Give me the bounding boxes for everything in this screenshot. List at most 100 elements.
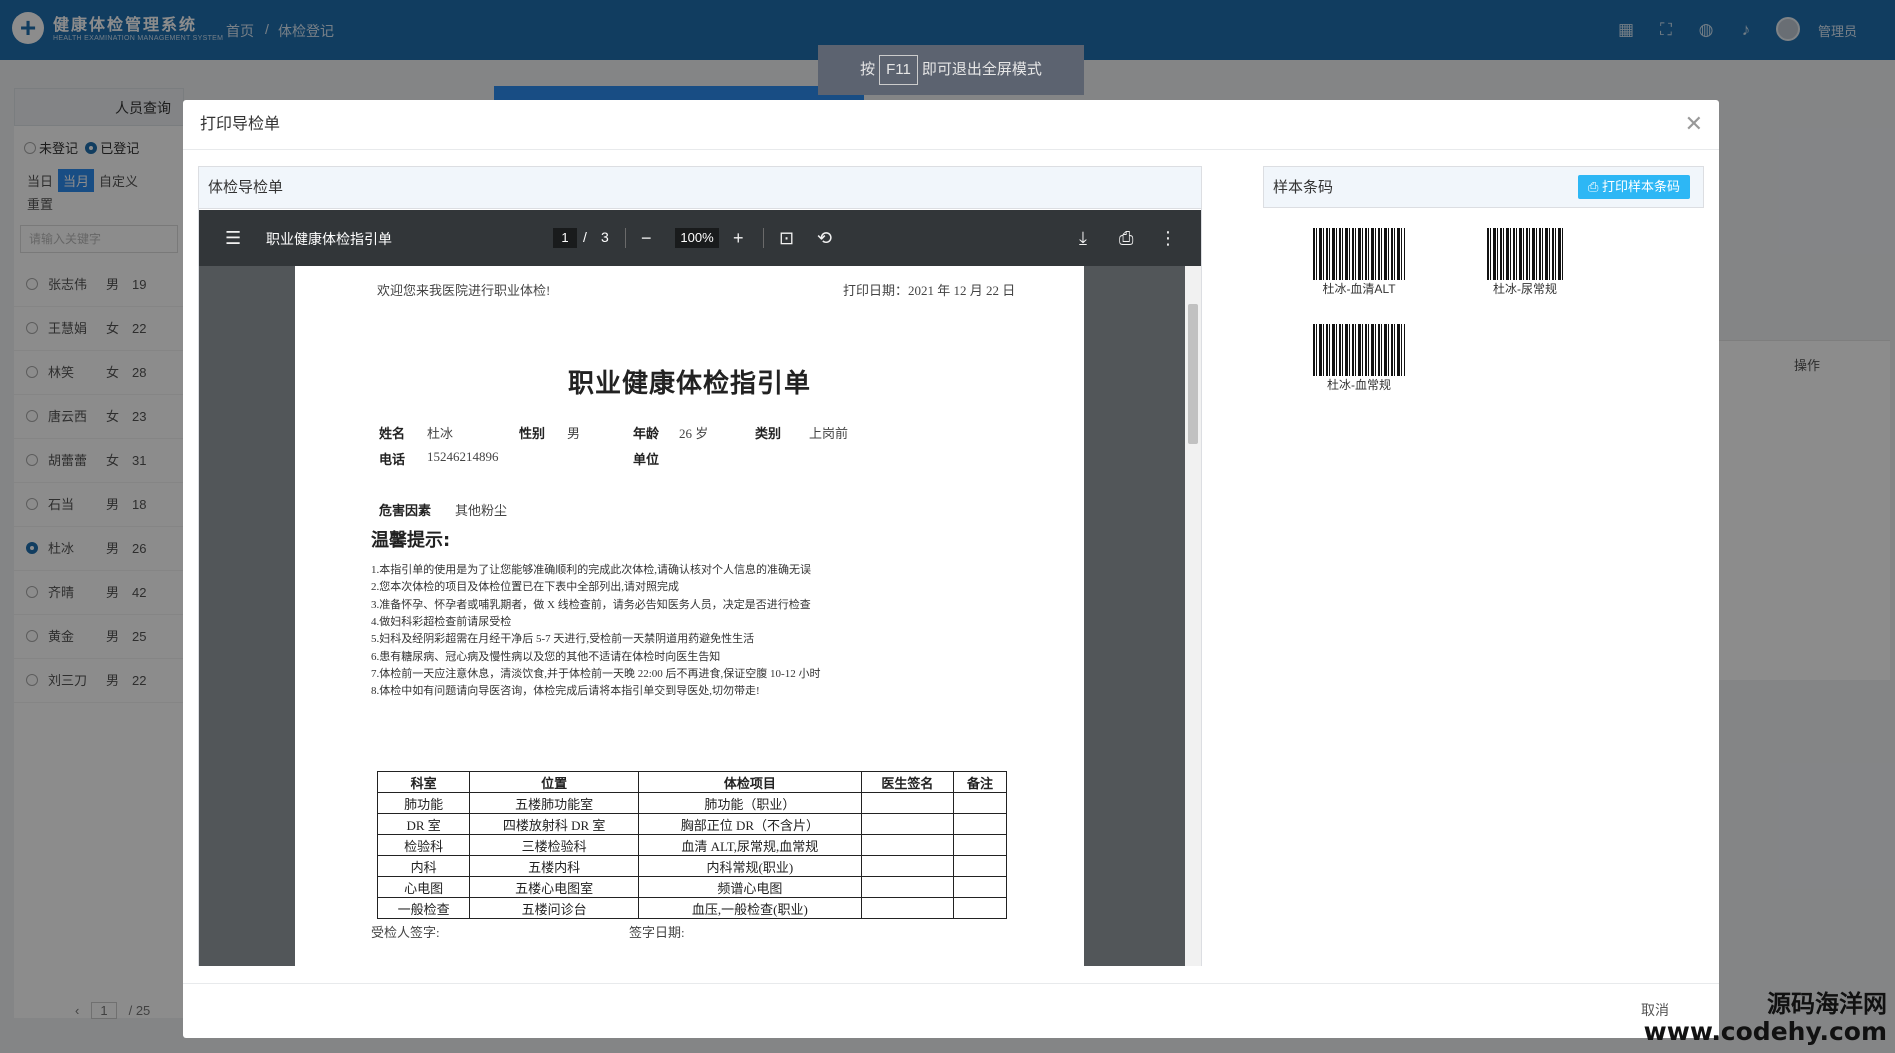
- label-name: 姓名: [379, 426, 406, 441]
- table-cell: 肺功能（职业）: [637, 792, 862, 814]
- table-cell: [953, 813, 1007, 835]
- table-cell: [953, 855, 1007, 877]
- print-barcode-label: 打印样本条码: [1601, 179, 1680, 194]
- page-separator: /: [583, 229, 587, 245]
- tip-line: 4.做妇科彩超检查前请尿受检: [371, 615, 512, 628]
- tip-line: 7.体检前一天应注意休息，清淡饮食,并于体检前一天晚 22:00 后不再进食,保…: [371, 667, 821, 680]
- zoom-in-icon[interactable]: +: [733, 228, 744, 248]
- barcode-label: 杜冰-尿常规: [1493, 282, 1557, 296]
- toolbar-divider: [763, 228, 764, 248]
- guide-card-title: 体检导检单: [199, 167, 1201, 209]
- table-cell: 内科: [376, 855, 471, 877]
- table-cell: 五楼心电图室: [469, 876, 639, 898]
- document-title: 职业健康体检指引单: [567, 369, 811, 399]
- welcome-text: 欢迎您来我医院进行职业体检!: [377, 283, 551, 298]
- hint-key: F11: [879, 55, 918, 85]
- print-icon[interactable]: ⎙: [1119, 228, 1133, 248]
- exam-items-table: 科室 位置 体检项目 医生签名 备注 肺功能 五楼肺功能室 肺功能（职业） DR 室四楼放射科…: [376, 771, 1007, 919]
- table-cell: [953, 897, 1007, 919]
- table-header-cell: 体检项目: [637, 771, 862, 793]
- examinee-signature-label: 受检人签字:: [371, 925, 440, 940]
- table-cell: [860, 855, 955, 877]
- watermark-line2: www.codehy.com: [1643, 1017, 1887, 1046]
- table-header-cell: 位置: [469, 771, 639, 793]
- table-header-cell: 医生签名: [860, 771, 955, 793]
- table-cell: DR 室: [376, 813, 471, 835]
- page-number-input[interactable]: 1: [553, 228, 577, 248]
- value-sex: 男: [567, 426, 581, 441]
- table-row: DR 室四楼放射科 DR 室胸部正位 DR（不含片）: [376, 813, 1007, 835]
- toolbar-divider: [625, 228, 626, 248]
- tip-line: 1.本指引单的使用是为了让您能够准确顺利的完成此次体检,请确认核对个人信息的准确…: [371, 564, 811, 576]
- table-cell: 胸部正位 DR（不含片）: [637, 813, 862, 835]
- scrollbar-thumb[interactable]: [1188, 304, 1198, 444]
- table-body: 肺功能 五楼肺功能室 肺功能（职业） DR 室四楼放射科 DR 室胸部正位 DR（不含…: [376, 792, 1007, 919]
- table-cell: 内科常规(职业): [637, 855, 862, 877]
- table-cell: [860, 876, 955, 898]
- barcode-item: 杜冰-尿常规: [1473, 228, 1577, 297]
- printer-icon: ⎙: [1587, 179, 1602, 194]
- pdf-viewer: ☰ 职业健康体检指引单 1 / 3 − 100% + ⊡ ⟲ ⤓ ⎙ ⋮ 欢迎您…: [199, 210, 1201, 966]
- page-count: 3: [601, 229, 609, 245]
- barcode-item: 杜冰-血清ALT: [1307, 228, 1411, 297]
- zoom-input[interactable]: 100%: [675, 228, 719, 248]
- table-cell: 血压,一般检查(职业): [637, 897, 862, 919]
- download-icon[interactable]: ⤓: [1079, 228, 1087, 248]
- table-cell: [953, 876, 1007, 898]
- pdf-scrollbar[interactable]: [1185, 266, 1201, 966]
- barcode-image: [1313, 228, 1405, 280]
- more-options-icon[interactable]: ⋮: [1159, 228, 1177, 248]
- table-cell: 血清 ALT,尿常规,血常规: [637, 834, 862, 856]
- zoom-out-icon[interactable]: −: [641, 228, 652, 248]
- guide-sheet-card: 体检导检单 ☰ 职业健康体检指引单 1 / 3 − 100% + ⊡ ⟲ ⤓ ⎙…: [198, 166, 1202, 966]
- close-icon[interactable]: ✕: [1685, 112, 1703, 136]
- fit-page-icon[interactable]: ⊡: [779, 228, 794, 248]
- tip-line: 2.您本次体检的项目及体检位置已在下表中全部列出,请对照完成: [371, 581, 679, 594]
- table-row: 心电图 五楼心电图室 频谱心电图: [376, 876, 1007, 898]
- table-cell: [860, 897, 955, 919]
- watermark: 源码海洋网 www.codehy.com: [1644, 992, 1887, 1046]
- table-cell: [860, 834, 955, 856]
- sign-date-label: 签字日期:: [629, 925, 685, 940]
- watermark-line1: 源码海洋网: [1767, 991, 1887, 1018]
- sample-barcode-card: 样本条码 ⎙ 打印样本条码: [1263, 166, 1704, 208]
- table-header-row: 科室 位置 体检项目 医生签名 备注: [376, 771, 1007, 793]
- table-cell: [860, 792, 955, 814]
- modal-footer: 取消: [183, 983, 1719, 1038]
- barcode-image: [1487, 228, 1563, 280]
- tip-line: 6.患有糖尿病、冠心病及慢性病以及您的其他不适请在体检时向医生告知: [371, 650, 721, 663]
- print-barcode-button[interactable]: ⎙ 打印样本条码: [1577, 175, 1690, 199]
- label-age: 年龄: [633, 426, 660, 441]
- table-row: 内科 五楼内科 内科常规(职业): [376, 855, 1007, 877]
- table-cell: [953, 834, 1007, 856]
- print-date: 打印日期：2021 年 12 月 22 日: [843, 283, 1016, 298]
- label-sex: 性别: [519, 426, 546, 441]
- table-cell: 四楼放射科 DR 室: [469, 813, 639, 835]
- hint-prefix: 按: [860, 61, 876, 78]
- table-row: 检验科 三楼检验科 血清 ALT,尿常规,血常规: [376, 834, 1007, 856]
- tip-line: 5.妇科及经阴彩超需在月经干净后 5-7 天进行,受检前一天禁阴道用药避免性生活: [371, 633, 755, 646]
- label-phone: 电话: [379, 452, 406, 467]
- value-category: 上岗前: [809, 426, 849, 441]
- label-category: 类别: [755, 426, 782, 441]
- table-cell: [953, 792, 1007, 814]
- menu-icon[interactable]: ☰: [225, 228, 241, 248]
- table-cell: 三楼检验科: [469, 834, 639, 856]
- pdf-page: 欢迎您来我医院进行职业体检! 打印日期：2021 年 12 月 22 日 职业健…: [295, 266, 1084, 966]
- table-cell: 五楼问诊台: [469, 897, 639, 919]
- barcode-label: 杜冰-血常规: [1327, 378, 1391, 392]
- fullscreen-hint: 按 F11 即可退出全屏模式: [818, 45, 1084, 95]
- table-cell: 心电图: [376, 876, 471, 898]
- table-cell: 一般检查: [376, 897, 471, 919]
- table-cell: 五楼内科: [469, 855, 639, 877]
- value-phone: 15246214896: [427, 449, 499, 464]
- table-cell: [860, 813, 955, 835]
- table-cell: 检验科: [376, 834, 471, 856]
- tip-line: 8.体检中如有问题请向导医咨询，体检完成后请将本指引单交到导医处,切勿带走!: [371, 685, 760, 698]
- tip-line: 3.准备怀孕、怀孕者或哺乳期者，做 X 线检查前，请务必告知医务人员，决定是否进…: [371, 598, 811, 611]
- rotate-icon[interactable]: ⟲: [817, 228, 832, 248]
- pdf-file-title: 职业健康体检指引单: [266, 231, 392, 247]
- table-cell: 频谱心电图: [637, 876, 862, 898]
- table-header-cell: 备注: [953, 771, 1007, 793]
- barcode-card-title: 样本条码: [1273, 179, 1334, 196]
